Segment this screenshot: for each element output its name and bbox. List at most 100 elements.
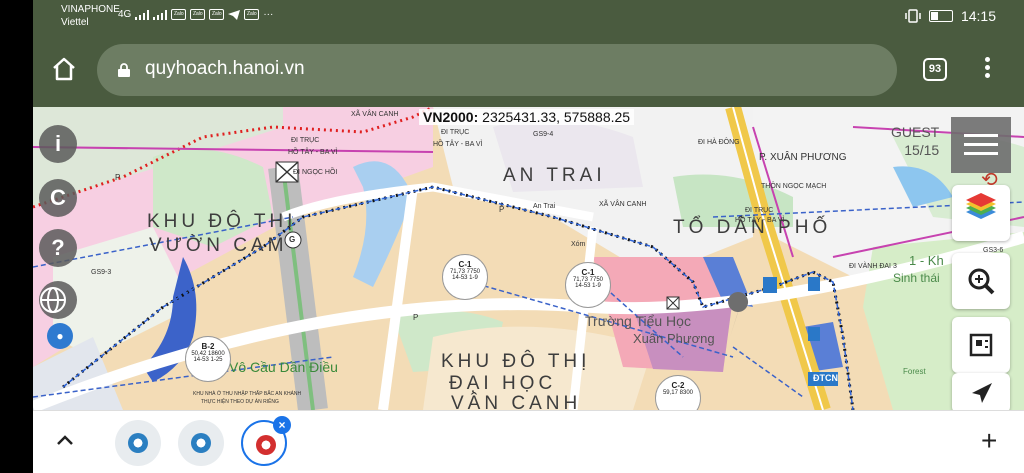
area-label-an-trai: AN TRAI xyxy=(503,165,606,186)
map-label: ĐI TRỤC xyxy=(291,137,320,144)
network-label: 4G xyxy=(118,9,132,20)
map-label: GS9-4 xyxy=(533,131,554,138)
area-label-to-dan-pho: TỔ DÂN PHỐ xyxy=(673,217,832,238)
battery-icon xyxy=(928,10,953,22)
info-icon: i xyxy=(54,131,62,156)
zoom-search-icon xyxy=(968,268,995,295)
map-label: HỒ TÂY - BA VÌ xyxy=(288,149,338,156)
zalo-icon: Zalo xyxy=(171,9,187,20)
globe-icon xyxy=(40,287,66,313)
layers-button[interactable] xyxy=(952,185,1010,241)
map-label: HỒ TÂY - BA VÌ xyxy=(433,141,483,148)
school-label-sub: Xuân Phương xyxy=(633,331,715,346)
site-logo-icon xyxy=(128,433,148,453)
tab-group-item-active[interactable]: × xyxy=(241,416,291,466)
map-label: THÔN NGỌC MẠCH xyxy=(761,183,827,190)
browser-menu-icon[interactable] xyxy=(983,57,991,83)
more-notifications-icon: ··· xyxy=(263,9,274,20)
tab-group-item[interactable] xyxy=(178,420,224,466)
map-label: Vô Cầu Dần Điều xyxy=(229,359,338,375)
hanoi-logo-icon xyxy=(256,435,276,455)
site-logo-icon xyxy=(191,433,211,453)
locate-button[interactable] xyxy=(952,373,1010,410)
chevron-up-icon[interactable] xyxy=(55,431,75,451)
map-label: KHU NHÀ Ở THU NHẬP THẤP BẮC AN KHÁNH xyxy=(193,391,302,397)
copyright-button[interactable]: C xyxy=(39,179,77,217)
map-label: 1 - Kh xyxy=(909,253,944,268)
map-menu-button[interactable] xyxy=(951,117,1011,173)
map-label: ĐI NGỌC HỒI xyxy=(293,169,338,176)
zalo-icon-4: Zalo xyxy=(244,9,260,20)
carrier-2: Viettel xyxy=(61,17,89,28)
navigation-arrow-icon xyxy=(972,383,992,403)
signal-icon-2 xyxy=(153,9,168,20)
plot-label-c1-second[interactable]: C-1 71,73 7750 14-53 1-9 xyxy=(565,262,611,308)
map-label: ĐI TRỤC xyxy=(745,207,774,214)
user-name: GUEST xyxy=(891,124,940,140)
map-label: Sinh thái xyxy=(893,271,940,285)
help-icon: ? xyxy=(51,235,65,260)
address-bar[interactable]: quyhoach.hanoi.vn xyxy=(97,44,897,96)
tab-switcher-button[interactable]: 93 xyxy=(923,58,947,81)
plot-label-c1[interactable]: C-1 71,73 7750 14-53 1-9 xyxy=(442,254,488,300)
location-marker[interactable]: ● xyxy=(47,323,73,349)
copyright-icon: C xyxy=(50,185,66,210)
map-label: Forest xyxy=(903,367,926,376)
status-bar: VINAPHONE Viettel 4G Zalo Zalo Zalo Zalo… xyxy=(33,0,1024,33)
carrier-info: VINAPHONE Viettel xyxy=(61,3,120,29)
search-button[interactable] xyxy=(952,253,1010,309)
screen-edge xyxy=(0,0,33,473)
zalo-icon-2: Zalo xyxy=(190,9,206,20)
map-label: ĐI TRỤC xyxy=(441,129,470,136)
home-icon[interactable] xyxy=(51,56,77,82)
school-label: Trường Tiểu Học xyxy=(585,313,691,329)
layers-icon xyxy=(966,193,996,219)
map-marker-g: G xyxy=(289,235,296,244)
language-button[interactable] xyxy=(39,281,77,319)
area-label-vuon-cam: VƯỜN CAM xyxy=(149,235,288,256)
map-label: An Trai xyxy=(533,203,556,210)
carrier-1: VINAPHONE xyxy=(61,4,120,15)
signal-icon xyxy=(135,9,150,20)
coordinate-value: 2325431.33, 575888.25 xyxy=(482,109,631,125)
url-text[interactable]: quyhoach.hanoi.vn xyxy=(145,58,305,80)
info-button[interactable]: i xyxy=(39,125,77,163)
area-label-van-canh: VÂN CANH xyxy=(451,393,582,410)
browser-toolbar: quyhoach.hanoi.vn 93 xyxy=(33,33,1024,107)
coordinate-readout: VN2000: 2325431.33, 575888.25 xyxy=(419,109,635,125)
map-label: P. XUÂN PHƯƠNG xyxy=(759,152,847,163)
battery-fill xyxy=(930,12,938,20)
add-tab-button[interactable]: + xyxy=(981,427,997,455)
map-label: XÃ VÂN CANH xyxy=(599,201,647,208)
plot-label-c2[interactable]: C-2 59,17 8300 xyxy=(655,375,701,410)
vibrate-icon xyxy=(905,9,921,23)
coordinate-label: VN2000: xyxy=(423,109,479,125)
plot-label-b2[interactable]: B-2 50,42 18600 14-53 1-25 xyxy=(185,336,231,382)
filter-button[interactable] xyxy=(952,317,1010,373)
area-label-khu-do-thi-2: KHU ĐÔ THỊ xyxy=(441,351,591,372)
tab-group-item[interactable] xyxy=(115,420,161,466)
close-tab-icon[interactable]: × xyxy=(273,416,291,434)
parking-marker: P xyxy=(413,313,419,322)
user-info: GUEST 15/15 xyxy=(891,123,939,159)
browser-bottom-bar: × + xyxy=(33,410,1024,473)
map-label: XÃ VÂN CANH xyxy=(351,111,399,118)
zalo-icon-3: Zalo xyxy=(209,9,225,20)
planning-map[interactable]: VN2000: 2325431.33, 575888.25 XÃ VÂN CAN… xyxy=(33,107,1024,410)
pin-icon: ● xyxy=(56,329,64,343)
help-button[interactable]: ? xyxy=(39,229,77,267)
map-label: ĐTCN xyxy=(813,373,838,383)
map-label: ĐI VÀNH ĐAI 3 xyxy=(849,263,897,270)
map-tools-icon xyxy=(969,333,993,357)
parking-marker: P xyxy=(115,173,121,182)
telegram-icon xyxy=(228,9,241,20)
map-label: ĐI HÀ ĐÔNG xyxy=(698,139,740,146)
layer-count: 15/15 xyxy=(904,142,940,158)
refresh-icon[interactable]: ⟲ xyxy=(981,167,998,192)
map-label: Xóm xyxy=(571,241,586,248)
map-label: GS9-3 xyxy=(91,269,112,276)
area-label-khu-do-thi: KHU ĐÔ THỊ xyxy=(147,211,297,232)
clock: 14:15 xyxy=(960,8,996,24)
map-label: THỰC HIỆN THEO DỰ ÁN RIÊNG xyxy=(201,399,279,405)
area-label-dai-hoc: ĐẠI HỌC xyxy=(449,373,557,394)
